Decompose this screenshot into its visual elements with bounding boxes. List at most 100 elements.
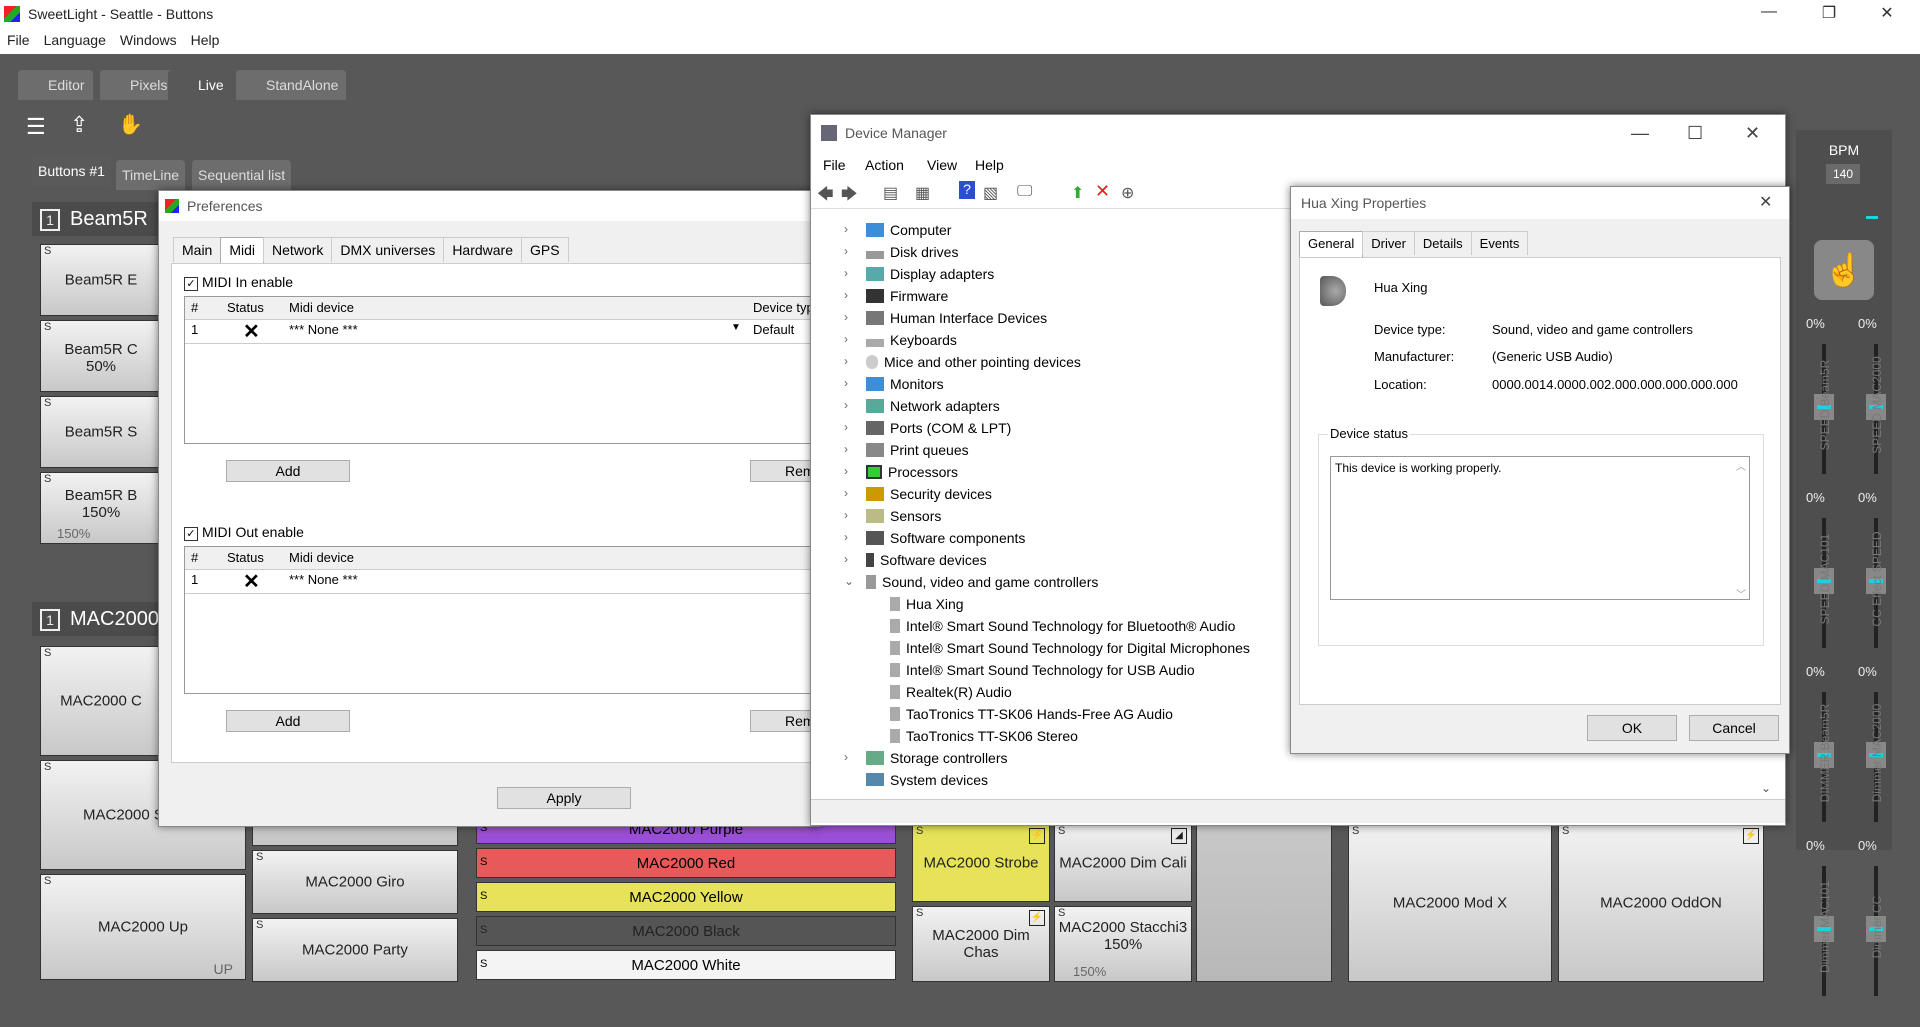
tab-editor[interactable]: Editor <box>18 70 93 100</box>
tree-item[interactable]: › Storage controllers <box>844 750 1008 766</box>
color-button-red[interactable]: S MAC2000 Red <box>476 848 896 878</box>
subtab-sequential[interactable]: Sequential list <box>192 160 292 190</box>
tree-item[interactable]: ›System devices <box>866 772 988 786</box>
tap-hand-icon[interactable]: ☝ <box>1814 240 1874 300</box>
close-icon[interactable]: ✕ <box>1745 115 1760 151</box>
tree-child-item[interactable]: TaoTronics TT-SK06 Stereo <box>890 728 1078 744</box>
tree-item[interactable]: › Human Interface Devices <box>844 310 1047 326</box>
beam-button-3[interactable]: S Beam5R S <box>40 396 162 468</box>
tree-item[interactable]: › Firmware <box>844 288 948 304</box>
tree-item-expanded[interactable]: ⌄ Sound, video and game controllers <box>844 574 1098 590</box>
grid-icon[interactable]: ▧ <box>983 183 998 203</box>
apply-button[interactable]: Apply <box>497 787 631 809</box>
maximize-icon[interactable]: ☐ <box>1687 115 1703 151</box>
tree-child-item[interactable]: TaoTronics TT-SK06 Hands-Free AG Audio <box>890 706 1173 722</box>
beam-button-4[interactable]: S Beam5R B 150% 150% <box>40 472 162 544</box>
pref-tab-hardware[interactable]: Hardware <box>443 237 523 262</box>
tree-item[interactable]: › Security devices <box>844 486 992 502</box>
mac-button-1[interactable]: S MAC2000 C <box>40 646 162 756</box>
dm-menu-file[interactable]: File <box>823 157 846 173</box>
midi-out-add-button[interactable]: Add <box>226 710 350 732</box>
dm-menu-help[interactable]: Help <box>975 157 1004 173</box>
mac-button-party[interactable]: S MAC2000 Party <box>252 918 458 982</box>
fader-slider-6[interactable]: Dimmer MAC2000 <box>1864 692 1888 822</box>
dm-menu-view[interactable]: View <box>927 157 957 173</box>
tree-child-item[interactable]: Intel® Smart Sound Technology for USB Au… <box>890 662 1195 678</box>
tree-item[interactable]: › Computer <box>844 222 951 238</box>
chevron-right-icon[interactable]: › <box>844 354 848 368</box>
mod-button-modx[interactable]: S MAC2000 Mod X <box>1348 824 1552 982</box>
chevron-down-icon[interactable]: ⌄ <box>844 574 854 588</box>
row-device[interactable]: *** None *** <box>289 322 358 337</box>
scroll-up-icon[interactable]: ︿ <box>1736 458 1746 473</box>
subtab-buttons1[interactable]: Buttons #1 <box>32 156 111 186</box>
menu-language[interactable]: Language <box>37 28 113 52</box>
dm-menu-action[interactable]: Action <box>865 157 904 173</box>
midi-out-checkbox[interactable]: ✓ MIDI Out enable <box>184 524 304 541</box>
prop-tab-details[interactable]: Details <box>1413 231 1472 255</box>
chevron-right-icon[interactable]: › <box>844 750 848 764</box>
tree-item[interactable]: › Display adapters <box>844 266 994 282</box>
mac-button-giro[interactable]: S MAC2000 Giro <box>252 850 458 914</box>
pref-tab-midi[interactable]: Midi <box>220 237 265 264</box>
minimize-icon[interactable]: — <box>1746 3 1792 21</box>
chevron-right-icon[interactable]: › <box>844 398 848 412</box>
chevron-right-icon[interactable]: › <box>844 552 848 566</box>
tree-item[interactable]: › Sensors <box>844 508 941 524</box>
hamburger-icon[interactable]: ☰ <box>26 114 46 140</box>
fx-button-stacchi3[interactable]: S MAC2000 Stacchi3 150% 150% <box>1054 906 1192 982</box>
fx-button-dimchas[interactable]: S ⚡ MAC2000 Dim Chas <box>912 906 1050 982</box>
cancel-button[interactable]: Cancel <box>1689 715 1779 741</box>
chevron-right-icon[interactable]: › <box>844 508 848 522</box>
chevron-right-icon[interactable]: › <box>844 420 848 434</box>
color-button-white[interactable]: S MAC2000 White <box>476 950 896 980</box>
tree-item[interactable]: › Processors <box>844 464 958 480</box>
fader-slider-7[interactable]: Dimmer MAC101 <box>1812 866 1836 996</box>
monitor-icon[interactable]: 🖵 <box>1017 183 1032 201</box>
tree-item[interactable]: › Software components <box>844 530 1025 546</box>
mac-button-up[interactable]: S MAC2000 Up UP <box>40 874 246 980</box>
update-driver-icon[interactable]: ⬆ <box>1071 183 1084 203</box>
menu-file[interactable]: File <box>0 28 37 52</box>
tab-standalone[interactable]: StandAlone <box>236 70 347 100</box>
color-button-yellow[interactable]: S MAC2000 Yellow <box>476 882 896 912</box>
subtab-timeline[interactable]: TimeLine <box>116 160 186 190</box>
forward-arrow-icon[interactable]: 🡆 <box>841 183 858 210</box>
uninstall-icon[interactable]: ✕ <box>1095 181 1110 202</box>
tree-item[interactable]: › Monitors <box>844 376 944 392</box>
minimize-icon[interactable]: — <box>1631 115 1649 151</box>
chevron-right-icon[interactable]: › <box>844 266 848 280</box>
midi-in-add-button[interactable]: Add <box>226 460 350 482</box>
fader-slider-8[interactable]: Dimmer CC <box>1864 866 1888 996</box>
pref-tab-gps[interactable]: GPS <box>521 237 569 262</box>
menu-windows[interactable]: Windows <box>113 28 184 52</box>
fader-slider-5[interactable]: DIMMER Beam5R <box>1812 692 1836 822</box>
tree-item[interactable]: › Network adapters <box>844 398 1000 414</box>
fader-slider-2[interactable]: SPEED MAC2000 <box>1864 344 1888 474</box>
dropdown-arrow-icon[interactable]: ▼ <box>731 322 741 333</box>
fader-slider-1[interactable]: SPEED Beam5R <box>1812 344 1836 474</box>
chevron-right-icon[interactable]: › <box>844 486 848 500</box>
row-type[interactable]: Default <box>753 322 794 337</box>
fader-slider-3[interactable]: SPEED MAC101 <box>1812 518 1836 648</box>
row-device[interactable]: *** None *** <box>289 572 358 587</box>
hand-icon[interactable]: ✋ <box>118 112 143 137</box>
view-icon[interactable]: ▦ <box>915 183 930 203</box>
back-arrow-icon[interactable]: 🡄 <box>817 183 834 210</box>
fx-button-dimcali[interactable]: S ◢ MAC2000 Dim Cali <box>1054 824 1192 902</box>
chevron-right-icon[interactable]: › <box>844 332 848 346</box>
ok-button[interactable]: OK <box>1587 715 1677 741</box>
chevron-right-icon[interactable]: › <box>844 442 848 456</box>
chevron-right-icon[interactable]: › <box>844 288 848 302</box>
midi-in-checkbox[interactable]: ✓ MIDI In enable <box>184 274 293 291</box>
mod-button-oddon[interactable]: S ⚡ MAC2000 OddON <box>1558 824 1764 982</box>
prop-tab-general[interactable]: General <box>1299 231 1364 257</box>
tab-live[interactable]: Live <box>168 70 232 100</box>
tree-item[interactable]: › Ports (COM & LPT) <box>844 420 1011 436</box>
tab-pixels[interactable]: Pixels <box>100 70 176 100</box>
properties-icon[interactable]: ▤ <box>883 183 898 203</box>
chevron-right-icon[interactable]: › <box>844 464 848 478</box>
scroll-down-icon[interactable]: ﹀ <box>1736 586 1746 601</box>
chevron-right-icon[interactable]: › <box>844 244 848 258</box>
pref-tab-dmx[interactable]: DMX universes <box>331 237 445 262</box>
